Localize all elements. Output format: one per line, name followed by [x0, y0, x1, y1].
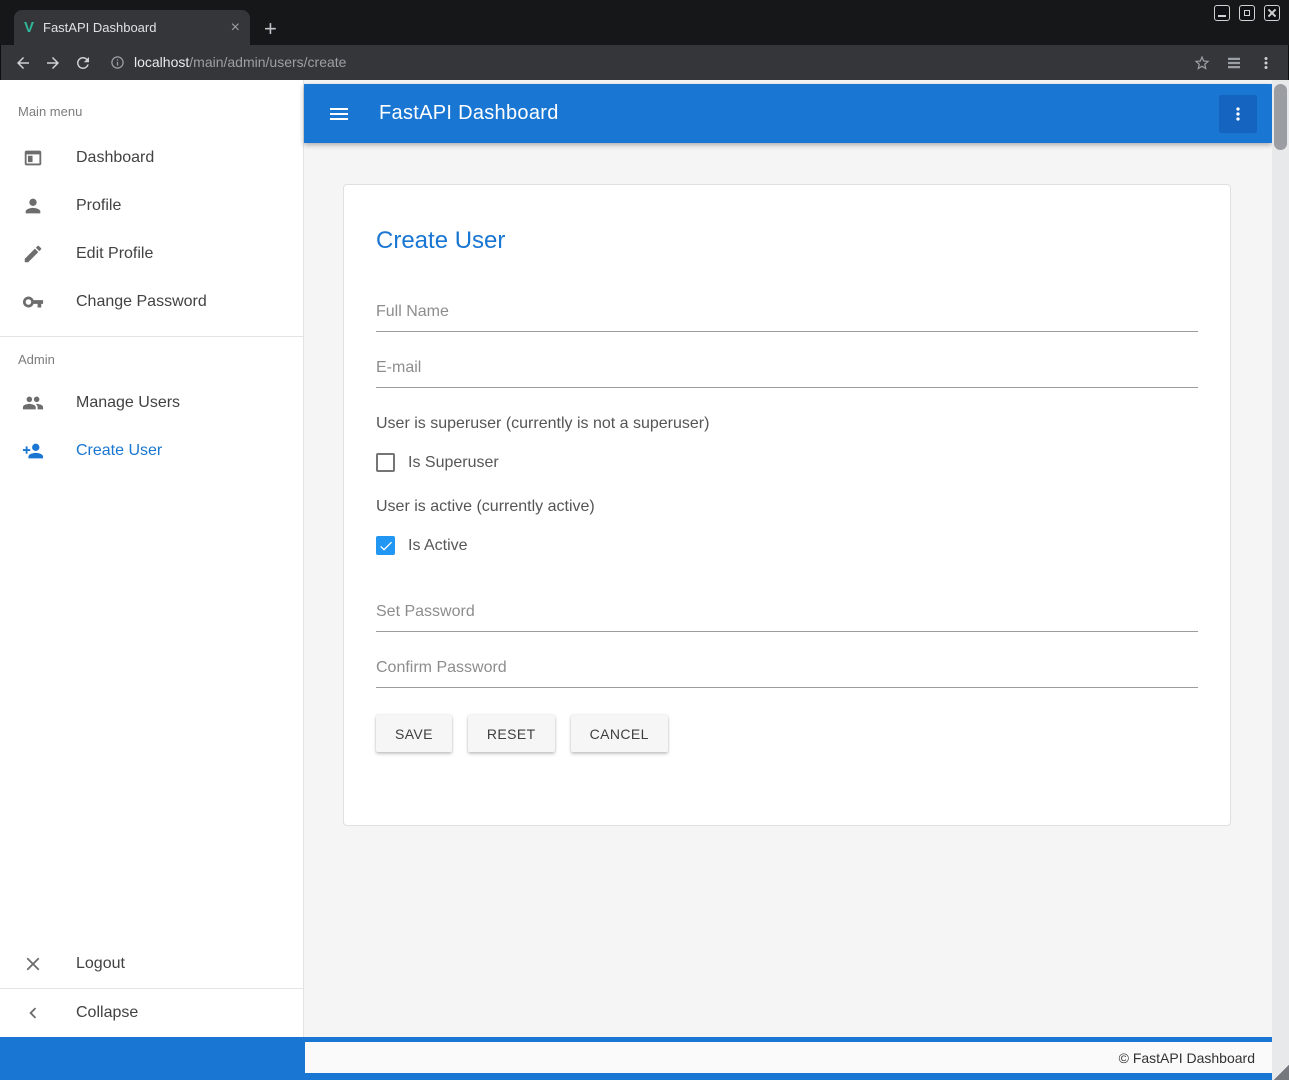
sidebar-item-label: Manage Users: [76, 394, 180, 412]
browser-menu-icon[interactable]: [1257, 54, 1275, 72]
sidebar-section-admin: Admin: [0, 337, 303, 379]
vue-favicon-icon: V: [24, 20, 34, 35]
sidebar-spacer: [0, 475, 303, 940]
pencil-icon: [21, 242, 45, 266]
browser-window: V FastAPI Dashboard × + localhost/main/a…: [0, 0, 1289, 1080]
url-host: localhost: [134, 54, 189, 70]
copyright-bar: © FastAPI Dashboard: [305, 1042, 1272, 1073]
back-button[interactable]: [8, 48, 38, 78]
is-active-checkbox[interactable]: [376, 536, 395, 555]
full-name-input[interactable]: [376, 303, 1198, 332]
scrollbar-thumb[interactable]: [1274, 84, 1287, 150]
superuser-checkbox-row[interactable]: Is Superuser: [376, 453, 1198, 472]
window-controls: [1214, 5, 1280, 21]
browser-tab-bar: V FastAPI Dashboard × +: [0, 0, 1289, 45]
reset-button[interactable]: RESET: [468, 715, 555, 752]
app-title: FastAPI Dashboard: [379, 102, 559, 125]
full-name-field: [376, 303, 1198, 332]
people-icon: [21, 391, 45, 415]
is-active-label: Is Active: [408, 537, 468, 555]
extensions-icon[interactable]: [1225, 54, 1243, 72]
sidebar-item-label: Profile: [76, 197, 121, 215]
sidebar-item-label: Logout: [76, 955, 125, 973]
sidebar-collapse-button[interactable]: Collapse: [0, 989, 303, 1037]
window-minimize-button[interactable]: [1214, 5, 1230, 21]
sidebar-item-label: Edit Profile: [76, 245, 153, 263]
active-checkbox-row[interactable]: Is Active: [376, 536, 1198, 555]
superuser-hint: User is superuser (currently is not a su…: [376, 415, 1198, 433]
window-maximize-button[interactable]: [1239, 5, 1255, 21]
bookmark-star-icon[interactable]: [1193, 54, 1211, 72]
sidebar-item-label: Collapse: [76, 1004, 138, 1022]
hamburger-menu-icon[interactable]: [319, 94, 359, 134]
tab-title: FastAPI Dashboard: [43, 20, 222, 35]
email-field: [376, 359, 1198, 388]
sidebar-item-create-user[interactable]: Create User: [0, 427, 303, 475]
app-bar: FastAPI Dashboard: [304, 84, 1272, 143]
window-close-button[interactable]: [1264, 5, 1280, 21]
site-info-icon[interactable]: [110, 55, 125, 70]
create-user-card: Create User User is superuser (currently…: [343, 184, 1231, 826]
page-viewport: Main menu Dashboard Profile: [0, 80, 1289, 1080]
tab-close-icon[interactable]: ×: [231, 20, 240, 36]
copyright-text: © FastAPI Dashboard: [1119, 1050, 1255, 1066]
person-icon: [21, 194, 45, 218]
chevron-left-icon: [21, 1001, 45, 1025]
dashboard-icon: [21, 146, 45, 170]
save-button[interactable]: SAVE: [376, 715, 452, 752]
sidebar-item-edit-profile[interactable]: Edit Profile: [0, 230, 303, 278]
form-actions: SAVE RESET CANCEL: [376, 715, 1198, 752]
url-text: localhost/main/admin/users/create: [134, 54, 346, 72]
toolbar-actions: [1193, 54, 1281, 72]
reload-button[interactable]: [68, 48, 98, 78]
cancel-button[interactable]: CANCEL: [571, 715, 668, 752]
email-input[interactable]: [376, 359, 1198, 388]
appbar-menu-button[interactable]: [1219, 95, 1257, 133]
sidebar-section-main-menu: Main menu: [0, 80, 303, 134]
active-hint: User is active (currently active): [376, 498, 1198, 516]
sidebar-item-profile[interactable]: Profile: [0, 182, 303, 230]
page-content: Create User User is superuser (currently…: [304, 143, 1272, 1037]
sidebar-item-label: Change Password: [76, 293, 207, 311]
forward-button[interactable]: [38, 48, 68, 78]
sidebar-item-dashboard[interactable]: Dashboard: [0, 134, 303, 182]
is-superuser-label: Is Superuser: [408, 454, 499, 472]
spacer: [376, 581, 1198, 603]
url-path: /main/admin/users/create: [189, 54, 346, 70]
sidebar-item-logout[interactable]: Logout: [0, 940, 303, 988]
confirm-password-input[interactable]: [376, 659, 1198, 688]
set-password-input[interactable]: [376, 603, 1198, 632]
address-bar[interactable]: localhost/main/admin/users/create: [98, 54, 1193, 72]
main-area: FastAPI Dashboard Create User: [304, 80, 1272, 1037]
close-x-icon: [21, 952, 45, 976]
resize-grip-icon: [1272, 1063, 1289, 1080]
key-icon: [21, 290, 45, 314]
sidebar: Main menu Dashboard Profile: [0, 80, 304, 1037]
sidebar-item-label: Dashboard: [76, 149, 154, 167]
sidebar-item-label: Create User: [76, 442, 162, 460]
is-superuser-checkbox[interactable]: [376, 453, 395, 472]
web-page: Main menu Dashboard Profile: [0, 80, 1272, 1080]
person-add-icon: [21, 439, 45, 463]
new-tab-button[interactable]: +: [264, 18, 277, 40]
browser-toolbar: localhost/main/admin/users/create: [0, 45, 1289, 80]
page-title: Create User: [376, 227, 1198, 255]
sidebar-item-change-password[interactable]: Change Password: [0, 278, 303, 326]
set-password-field: [376, 603, 1198, 632]
browser-tab[interactable]: V FastAPI Dashboard ×: [14, 10, 250, 45]
confirm-password-field: [376, 659, 1198, 688]
sidebar-item-manage-users[interactable]: Manage Users: [0, 379, 303, 427]
page-scrollbar[interactable]: [1272, 80, 1289, 1080]
